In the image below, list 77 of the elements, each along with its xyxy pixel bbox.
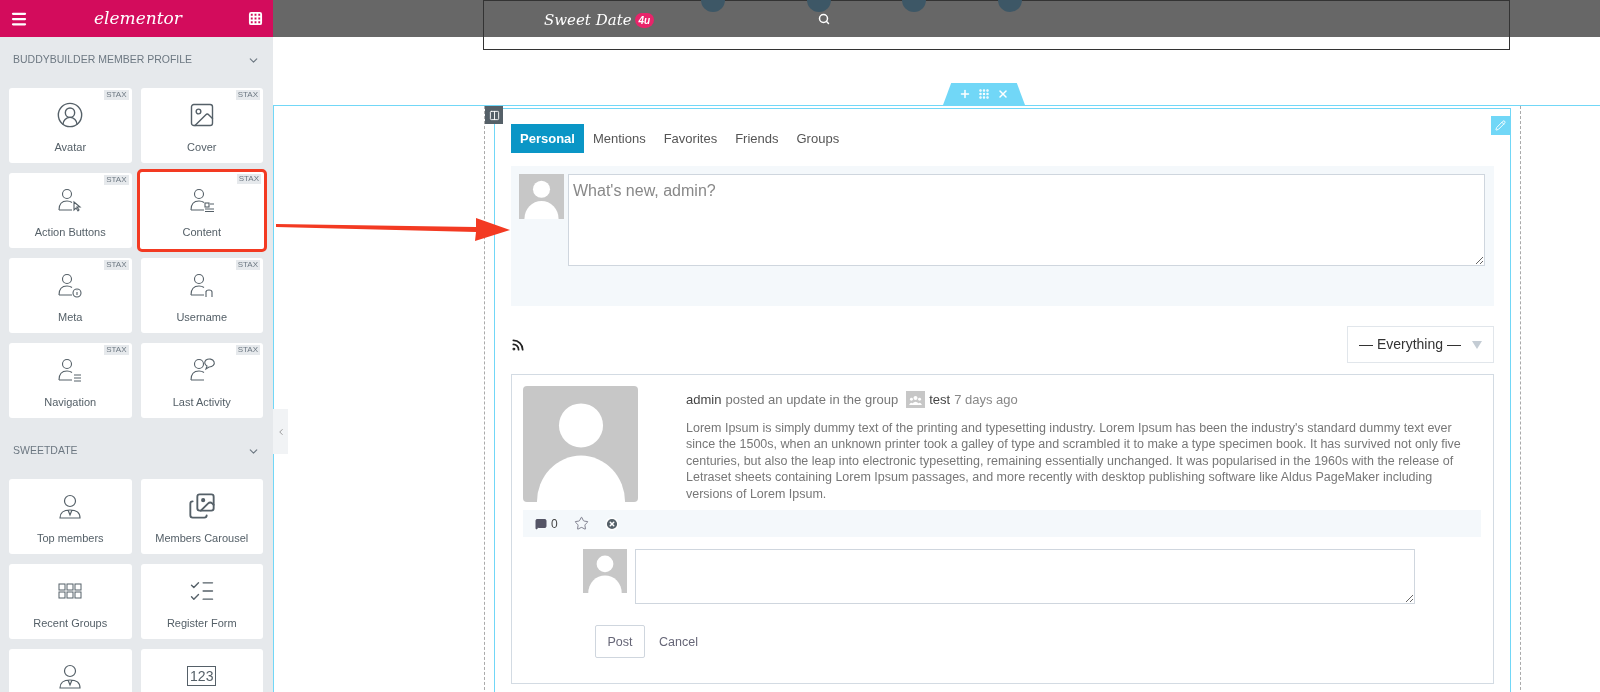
widget-card[interactable]: STAX Cover [140,88,263,163]
comment-button[interactable]: 0 [535,514,558,533]
avatar-placeholder [519,174,564,219]
widget-card[interactable]: Recent Groups [9,564,132,639]
avatar-placeholder [583,549,627,594]
editor-logo: elementor [94,6,182,30]
edit-widget-button[interactable] [1491,116,1510,135]
site-logo: Sweet Date [544,10,632,31]
widget-label: Cover [187,140,217,155]
widget-label: Last Activity [172,395,231,410]
user-pointer-icon [56,186,85,214]
comment-input[interactable] [635,549,1415,605]
widget-label: Meta [58,310,83,325]
number-icon: 123 [187,666,217,686]
add-icon[interactable] [959,88,971,100]
widget-card[interactable]: STAX Last Activity [140,343,263,418]
drag-handle-icon[interactable] [978,88,990,100]
widget-card[interactable]: STAX Username [140,258,263,333]
activity-action: posted an update in the group [725,391,899,409]
widget-card[interactable]: STAX Avatar [9,88,132,163]
delete-icon[interactable] [604,516,619,531]
user-speech-icon [187,356,216,384]
author-link[interactable]: admin [686,390,722,410]
widget-card[interactable]: STAX Meta [9,258,132,333]
search-icon[interactable] [818,13,830,25]
widget-label: Top members [36,531,104,546]
widget-badge: STAX [235,90,260,100]
column-handle[interactable] [485,106,503,124]
activity-time: 7 days ago [954,391,1018,409]
widget-card[interactable]: Top members [9,479,132,554]
section-header[interactable]: SWEETDATE [0,430,273,472]
caret-icon [1472,340,1482,349]
profile-tab[interactable]: Mentions [583,124,655,153]
widgets-grid-button[interactable] [248,11,263,26]
rss-icon[interactable] [511,337,525,352]
widget-label: Recent Groups [33,616,108,631]
user-letter-icon [187,271,216,299]
user-info-icon [56,271,85,299]
user-document-icon [187,186,216,214]
widget-label: Navigation [44,395,97,410]
filter-dropdown[interactable]: — Everything — [1347,326,1494,363]
favorite-icon[interactable] [573,516,589,532]
group-icon [906,391,926,409]
widget-card[interactable]: Register Form [140,564,263,639]
widget-badge: STAX [104,90,129,100]
widget-badge: STAX [235,345,260,355]
post-input[interactable]: What's new, admin? [568,174,1485,266]
widget-badge: STAX [236,174,261,184]
widget-badge: STAX [104,345,129,355]
profile-tab[interactable]: Favorites [654,124,727,153]
widget-card[interactable]: STAX Action Buttons [9,173,132,248]
close-icon[interactable] [997,88,1009,100]
widget-label: Username [176,310,228,325]
widget-label: Register Form [166,616,237,631]
post-button[interactable]: Post [595,625,645,659]
widget-label: Action Buttons [34,225,106,240]
photo-stack-icon [187,492,216,520]
comment-icon [535,517,547,530]
widget-label: Content [182,225,221,240]
profile-tab[interactable]: Groups [787,124,849,153]
user-circle-icon [56,101,85,129]
widget-badge: STAX [104,260,129,270]
pencil-icon [1495,120,1506,131]
widget-label: Avatar [54,140,87,155]
widget-card[interactable]: STAX Content [136,169,267,252]
section-header[interactable]: BUDDYBUILDER MEMBER PROFILE [0,39,273,81]
widget-card[interactable]: STAX Navigation [9,343,132,418]
widget-card[interactable]: 123 [140,649,263,692]
widget-card[interactable]: Members Carousel [140,479,263,554]
widget-badge: STAX [104,175,129,185]
widget-badge: STAX [235,260,260,270]
section-handle[interactable] [943,83,1025,105]
activity-body: Lorem Ipsum is simply dummy text of the printing and typesetting industry. Lorem Ipsum has been the industry's standard dummy text ever since the 1500s, when an unknown printer took a galley of type and scrambled it to make a type specimen book. It has survived not only five centuries, but also the leap into electronic typesetting, remaining essentially unchanged. It was popularised in the 1960s with the release of Letraset sheets containing Lorem Ipsum passages, and more recently with desktop publishing software like Aldus PageMaker including versions of Lorem Ipsum. [686,419,1462,503]
widget-label: Members Carousel [155,531,249,546]
profile-tab[interactable]: Friends [726,124,788,153]
group-link[interactable]: test [929,390,951,410]
cancel-link[interactable]: Cancel [659,632,698,652]
